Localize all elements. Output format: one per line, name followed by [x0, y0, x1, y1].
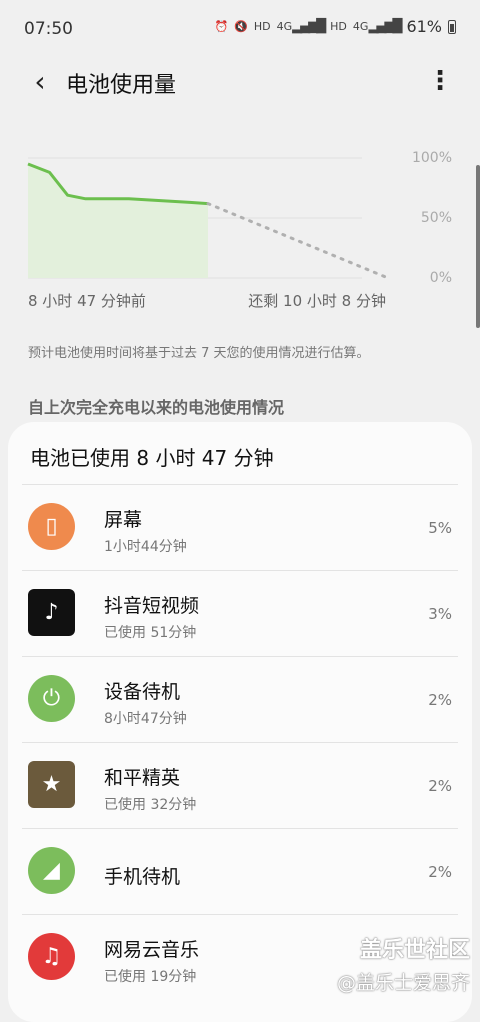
item-usage: 已使用 51分钟 — [104, 625, 197, 641]
item-percent: 2% — [428, 863, 452, 881]
list-item[interactable]: ♪ 抖音短视频 已使用 51分钟 3% — [22, 570, 458, 656]
item-percent: 2% — [428, 691, 452, 709]
battery-chart: 100% 50% 0% 8 小时 47 分钟前 还剩 10 小时 8 分钟 — [0, 130, 480, 330]
status-icons: ⏰ 🔇 HD 4G▂▄▆█ HD 4G▂▄▆█ 61% — [214, 17, 456, 36]
4g-signal-icon: 4G▂▄▆█ — [352, 19, 403, 34]
item-name: 屏幕 — [104, 509, 143, 531]
watermark-title: 盖乐世社区 — [359, 938, 470, 963]
list-item[interactable]: ⏻ 设备待机 8小时47分钟 2% — [22, 656, 458, 742]
app-usage-list: ▯ 屏幕 1小时44分钟 5% ♪ 抖音短视频 已使用 51分钟 3% ⏻ 设备… — [8, 484, 472, 1000]
y-tick-label: 0% — [429, 270, 452, 286]
4g-signal-icon: 4G▂▄▆█ — [276, 19, 327, 34]
list-item[interactable]: ★ 和平精英 已使用 32分钟 2% — [22, 742, 458, 828]
item-name: 网易云音乐 — [104, 939, 200, 961]
status-bar: 07:50 ⏰ 🔇 HD 4G▂▄▆█ HD 4G▂▄▆█ 61% — [0, 0, 480, 60]
item-name: 和平精英 — [104, 767, 181, 789]
hd-icon: HD — [253, 20, 271, 33]
item-percent: 3% — [428, 605, 452, 623]
back-arrow-icon: ‹ — [34, 64, 46, 98]
item-name: 抖音短视频 — [104, 595, 200, 617]
y-tick-label: 50% — [420, 210, 452, 226]
list-item[interactable]: ▯ 屏幕 1小时44分钟 5% — [22, 484, 458, 570]
item-percent: 2% — [428, 777, 452, 795]
item-usage: 已使用 19分钟 — [104, 969, 197, 985]
music-icon: ♫ — [28, 933, 75, 980]
hd-icon: HD — [330, 20, 347, 33]
item-name: 设备待机 — [104, 681, 181, 703]
scrollbar[interactable] — [476, 165, 480, 328]
battery-icon — [448, 19, 456, 34]
item-usage: 已使用 32分钟 — [104, 797, 197, 813]
battery-chart-svg — [27, 157, 390, 280]
app-bar: ‹ 电池使用量 ⋮ — [0, 55, 480, 111]
item-usage: 8小时47分钟 — [104, 711, 187, 727]
chart-end-label: 还剩 10 小时 8 分钟 — [248, 292, 386, 310]
battery-percent: 61% — [406, 17, 442, 36]
more-options-button[interactable]: ⋮ — [422, 63, 458, 99]
chart-start-label: 8 小时 47 分钟前 — [28, 292, 146, 310]
alarm-icon: ⏰ — [214, 20, 229, 33]
item-percent: 5% — [428, 519, 452, 537]
status-time: 07:50 — [24, 19, 73, 39]
more-vert-icon: ⋮ — [427, 66, 453, 96]
power-icon: ⏻ — [28, 675, 75, 722]
page-title: 电池使用量 — [66, 73, 177, 98]
y-tick-label: 100% — [411, 150, 452, 166]
game-icon: ★ — [28, 761, 75, 808]
estimate-note: 预计电池使用时间将基于过去 7 天您的使用情况进行估算。 — [28, 346, 370, 361]
tiktok-icon: ♪ — [28, 589, 75, 636]
card-title: 电池已使用 8 小时 47 分钟 — [30, 446, 274, 470]
item-usage: 1小时44分钟 — [104, 539, 187, 555]
section-header: 自上次完全充电以来的电池使用情况 — [28, 398, 285, 417]
item-name: 手机待机 — [104, 866, 181, 888]
watermark-handle: @盖乐士爱思齐 — [336, 972, 470, 994]
mute-icon: 🔇 — [234, 20, 248, 33]
list-item[interactable]: ◢ 手机待机 2% — [22, 828, 458, 914]
back-button[interactable]: ‹ — [22, 63, 58, 99]
projection-line — [206, 202, 390, 280]
screen-icon: ▯ — [28, 503, 75, 550]
signal-icon: ◢ — [28, 847, 75, 894]
